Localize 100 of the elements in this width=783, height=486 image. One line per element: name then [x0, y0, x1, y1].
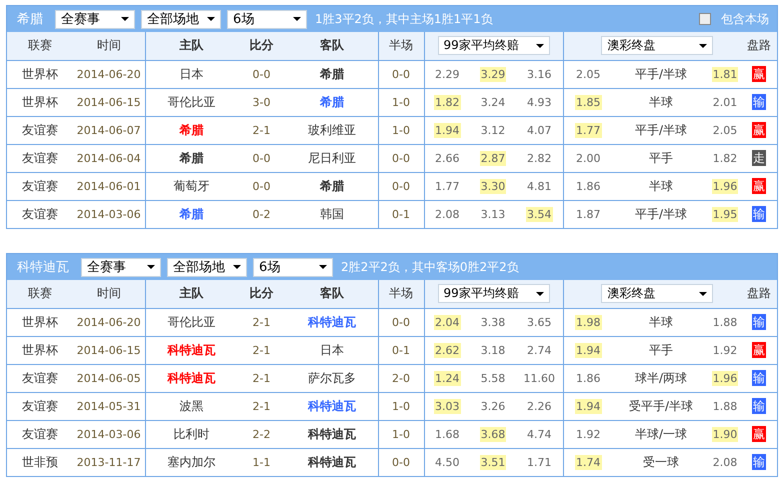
date-cell: 2014-03-06	[76, 428, 141, 441]
halftime-cell: 1-0	[392, 400, 410, 413]
odds-dropdown[interactable]: 99家平均终赔	[438, 284, 550, 304]
result-badge: 输	[752, 398, 766, 414]
home-team-cell: 希腊	[179, 122, 204, 136]
home-team-cell: 科特迪瓦	[167, 370, 216, 384]
odds-cell: 2.04	[434, 315, 460, 330]
halftime-cell: 0-1	[392, 344, 410, 357]
away-team-cell: 尼日利亚	[308, 150, 356, 164]
date-cell: 2014-06-15	[76, 344, 141, 357]
handicap-cell: 受平手/半球	[629, 398, 694, 412]
column-header: 联赛	[7, 32, 73, 60]
home-team-cell: 哥伦比亚	[167, 94, 216, 108]
away-team-cell: 科特迪瓦	[308, 426, 356, 440]
odds-cell: 4.07	[526, 123, 553, 138]
odds-cell: 1.94	[575, 343, 602, 358]
odds-cell: 1.81	[712, 67, 738, 82]
odds-cell: 4.74	[526, 427, 553, 442]
odds-cell: 1.95	[712, 207, 738, 222]
odds-cell: 2.26	[526, 399, 553, 414]
odds-cell: 2.08	[712, 455, 738, 470]
date-cell: 2014-06-07	[76, 124, 141, 137]
odds-cell: 3.18	[480, 343, 506, 358]
filter-dropdown[interactable]: 6场	[253, 258, 333, 276]
home-team-cell: 葡萄牙	[173, 178, 210, 192]
team-name: 希腊	[17, 11, 43, 28]
odds-cell: 1.88	[712, 399, 738, 414]
filter-dropdown[interactable]: 全部场地	[167, 258, 247, 276]
column-header: 半场	[378, 280, 424, 308]
filter-dropdown[interactable]: 全部场地	[141, 10, 221, 28]
handicap-cell: 平手/半球	[635, 66, 688, 80]
score-cell: 2-1	[252, 344, 270, 357]
score-cell: 0-0	[252, 68, 270, 81]
league-cell: 友谊赛	[22, 206, 58, 221]
record-summary: 2胜2平2负，其中客场0胜2平2负	[341, 258, 519, 276]
odds-cell: 3.24	[480, 95, 506, 110]
score-cell: 0-0	[252, 180, 270, 193]
result-badge: 赢	[752, 66, 766, 82]
league-cell: 友谊赛	[22, 150, 58, 164]
halftime-cell: 0-0	[392, 180, 410, 193]
odds-cell: 2.01	[712, 95, 738, 110]
odds-cell: 3.26	[480, 399, 506, 414]
column-header: 时间	[73, 32, 145, 60]
caret-icon	[319, 265, 327, 269]
home-team-cell: 希腊	[179, 206, 204, 221]
odds-cell: 3.29	[480, 67, 506, 82]
odds-dropdown[interactable]: 99家平均终赔	[438, 36, 550, 56]
odds-cell: 1.87	[575, 207, 602, 222]
handicap-cell: 平手/半球	[635, 122, 688, 136]
score-cell: 2-1	[252, 400, 270, 413]
handicap-dropdown[interactable]: 澳彩终盘	[601, 284, 714, 304]
result-badge: 输	[752, 94, 766, 110]
score-cell: 2-2	[252, 428, 270, 441]
away-team-cell: 日本	[320, 342, 344, 356]
odds-cell: 5.58	[480, 371, 506, 386]
date-cell: 2014-05-31	[76, 400, 141, 413]
column-header: 盘路	[741, 280, 777, 308]
odds-cell: 3.03	[434, 399, 460, 414]
score-cell: 0-0	[252, 152, 270, 165]
handicap-dropdown[interactable]: 澳彩终盘	[601, 36, 714, 56]
checkbox[interactable]	[699, 13, 711, 25]
league-cell: 世界杯	[22, 66, 58, 80]
column-header: 客队	[286, 32, 378, 60]
column-header: 比分	[237, 32, 286, 60]
halftime-cell: 1-0	[392, 428, 410, 441]
odds-cell: 1.71	[526, 455, 553, 470]
odds-cell: 1.88	[712, 315, 738, 330]
home-team-cell: 日本	[179, 66, 204, 80]
odds-cell: 3.51	[480, 455, 506, 470]
date-cell: 2013-11-17	[76, 456, 141, 470]
column-header: 时间	[73, 280, 145, 308]
team-name: 科特迪瓦	[17, 259, 69, 276]
result-badge: 赢	[752, 426, 766, 442]
result-badge: 输	[752, 454, 766, 470]
filter-dropdown[interactable]: 全赛事	[81, 258, 161, 276]
odds-cell: 1.94	[434, 123, 460, 138]
odds-cell: 2.62	[434, 343, 460, 358]
halftime-cell: 0-0	[392, 68, 410, 81]
caret-icon	[699, 44, 708, 48]
odds-cell: 3.65	[526, 315, 553, 330]
filter-dropdown[interactable]: 6场	[227, 10, 307, 28]
odds-cell: 4.50	[434, 455, 460, 470]
date-cell: 2014-06-15	[76, 96, 141, 109]
halftime-cell: 0-1	[392, 208, 410, 222]
halftime-cell: 1-0	[392, 124, 410, 137]
column-header: 比分	[237, 280, 286, 308]
caret-icon	[207, 17, 215, 21]
result-badge: 赢	[752, 122, 766, 138]
odds-cell: 2.74	[526, 343, 553, 358]
filter-dropdown[interactable]: 全赛事	[55, 10, 135, 28]
column-header: 客队	[286, 280, 378, 308]
result-badge: 输	[752, 314, 766, 330]
away-team-cell: 希腊	[320, 94, 344, 108]
column-header: 主队	[145, 280, 237, 308]
odds-cell: 2.08	[434, 207, 460, 222]
league-cell: 世非预	[22, 454, 58, 469]
away-team-cell: 玻利维亚	[308, 122, 356, 136]
odds-cell: 3.13	[480, 207, 506, 222]
handicap-cell: 受一球	[643, 454, 680, 469]
home-team-cell: 科特迪瓦	[167, 342, 216, 356]
